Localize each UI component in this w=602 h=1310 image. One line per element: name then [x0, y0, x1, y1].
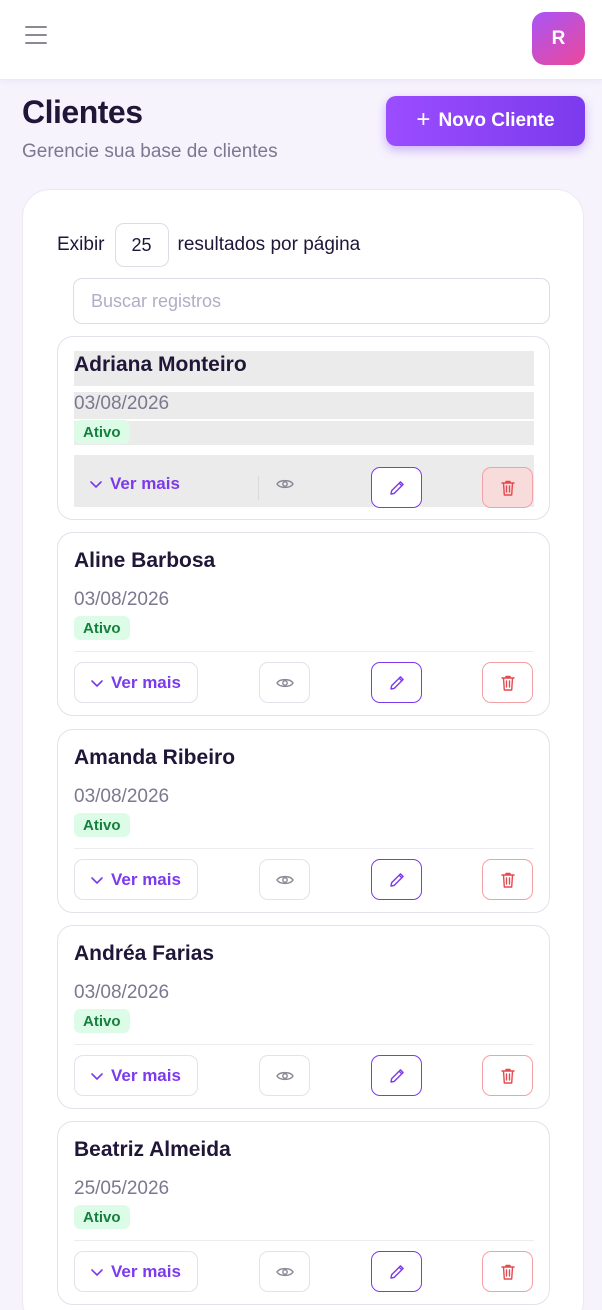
new-client-label: Novo Cliente — [438, 110, 555, 131]
see-more-button[interactable]: Ver mais — [74, 859, 198, 900]
per-page-suffix: resultados por página — [177, 234, 361, 255]
divider — [74, 848, 534, 849]
edit-button[interactable] — [371, 859, 422, 900]
pencil-icon — [389, 1068, 404, 1083]
status-badge: Ativo — [74, 1009, 130, 1033]
divider — [74, 651, 534, 652]
menu-icon[interactable] — [25, 26, 49, 48]
status-badge: Ativo — [74, 813, 130, 837]
see-more-button[interactable]: Ver mais — [74, 1055, 198, 1096]
view-button[interactable] — [259, 859, 310, 900]
client-date: 03/08/2026 — [74, 393, 170, 414]
see-more-button[interactable]: Ver mais — [74, 1251, 198, 1292]
status-badge: Ativo — [74, 420, 130, 444]
page-title: Clientes — [22, 94, 143, 130]
delete-button[interactable] — [482, 1251, 533, 1292]
client-card: Amanda Ribeiro 03/08/2026 Ativo Ver mais — [57, 729, 550, 913]
client-card: Beatriz Almeida 25/05/2026 Ativo Ver mai… — [57, 1121, 550, 1305]
trash-icon — [500, 1264, 515, 1280]
eye-icon — [275, 1071, 294, 1080]
pencil-icon — [389, 480, 404, 495]
per-page-control: Exibir 25 resultados por página — [57, 223, 360, 267]
eye-icon — [275, 1267, 294, 1276]
search-input[interactable]: Buscar registros — [73, 278, 550, 324]
client-card: Adriana Monteiro 03/08/2026 Ativo Ver ma… — [57, 336, 550, 520]
trash-icon — [500, 480, 515, 496]
divider — [74, 1044, 534, 1045]
chevron-down-icon — [91, 1072, 103, 1080]
plus-icon: + — [416, 106, 431, 133]
chevron-down-icon — [91, 1268, 103, 1276]
client-name: Aline Barbosa — [74, 549, 216, 572]
trash-icon — [500, 872, 515, 888]
see-more-button[interactable]: Ver mais — [74, 463, 198, 504]
delete-button[interactable] — [482, 859, 533, 900]
delete-button[interactable] — [482, 662, 533, 703]
row-highlight — [74, 421, 534, 445]
card-actions: Ver mais — [74, 1055, 534, 1096]
page-subtitle: Gerencie sua base de clientes — [22, 141, 278, 162]
client-date: 03/08/2026 — [74, 589, 170, 610]
edit-button[interactable] — [371, 1055, 422, 1096]
edit-button[interactable] — [371, 1251, 422, 1292]
view-button[interactable] — [259, 1055, 310, 1096]
view-button[interactable] — [259, 463, 310, 504]
eye-icon — [275, 678, 294, 687]
chevron-down-icon — [91, 876, 103, 884]
show-label: Exibir — [57, 234, 105, 255]
chevron-down-icon — [91, 679, 103, 687]
client-name: Adriana Monteiro — [74, 353, 247, 376]
see-more-label: Ver mais — [110, 473, 180, 493]
top-bar: R — [0, 0, 602, 80]
trash-icon — [500, 675, 515, 691]
card-actions: Ver mais — [74, 455, 534, 508]
edit-button[interactable] — [371, 662, 422, 703]
per-page-input[interactable]: 25 — [114, 223, 169, 267]
status-badge: Ativo — [74, 616, 130, 640]
client-date: 03/08/2026 — [74, 982, 170, 1003]
card-actions: Ver mais — [74, 662, 534, 703]
client-name: Beatriz Almeida — [74, 1138, 231, 1161]
eye-icon — [275, 479, 294, 488]
delete-button[interactable] — [482, 467, 533, 508]
see-more-label: Ver mais — [111, 1065, 181, 1085]
card-actions: Ver mais — [74, 1251, 534, 1292]
see-more-button[interactable]: Ver mais — [74, 662, 198, 703]
client-name: Andréa Farias — [74, 942, 215, 965]
chevron-down-icon — [90, 480, 102, 488]
pencil-icon — [389, 872, 404, 887]
divider — [74, 1240, 534, 1241]
client-card: Andréa Farias 03/08/2026 Ativo Ver mais — [57, 925, 550, 1109]
client-name: Amanda Ribeiro — [74, 746, 236, 769]
see-more-label: Ver mais — [111, 1261, 181, 1281]
pencil-icon — [389, 1264, 404, 1279]
see-more-label: Ver mais — [111, 869, 181, 889]
client-card: Aline Barbosa 03/08/2026 Ativo Ver mais — [57, 532, 550, 716]
new-client-button[interactable]: + Novo Cliente — [386, 96, 585, 146]
eye-icon — [275, 875, 294, 884]
client-date: 03/08/2026 — [74, 786, 170, 807]
pencil-icon — [389, 675, 404, 690]
client-date: 25/05/2026 — [74, 1178, 170, 1199]
delete-button[interactable] — [482, 1055, 533, 1096]
view-button[interactable] — [259, 662, 310, 703]
trash-icon — [500, 1068, 515, 1084]
status-badge: Ativo — [74, 1205, 130, 1229]
card-actions: Ver mais — [74, 859, 534, 900]
edit-button[interactable] — [371, 467, 422, 508]
avatar[interactable]: R — [532, 12, 585, 65]
see-more-label: Ver mais — [111, 672, 181, 692]
view-button[interactable] — [259, 1251, 310, 1292]
